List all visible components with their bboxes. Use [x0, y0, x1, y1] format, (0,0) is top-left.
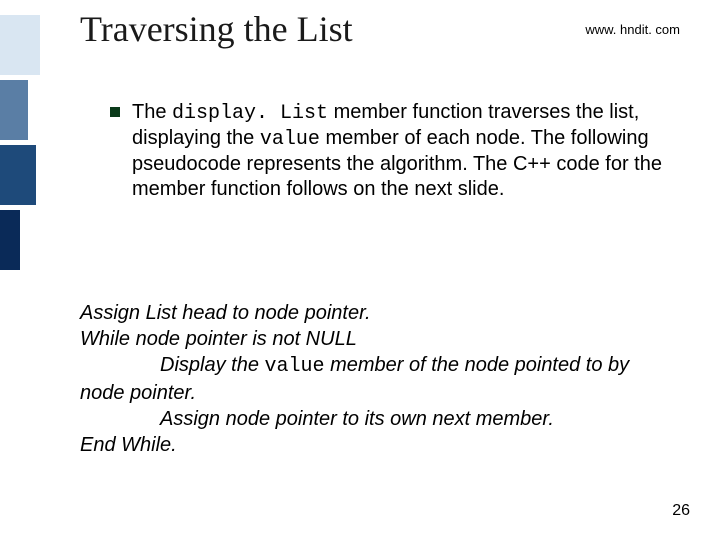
pseudo-line-4: node pointer.: [80, 380, 700, 406]
pseudo-line-5: Assign node pointer to its own next memb…: [80, 406, 700, 432]
code-displaylist: display. List: [172, 102, 328, 125]
pseudo-line-6: End While.: [80, 432, 700, 458]
code-value-1: value: [260, 128, 320, 151]
pseudo-line-3: Display the value member of the node poi…: [80, 352, 700, 380]
pseudocode-block: Assign List head to node pointer. While …: [80, 300, 700, 458]
pseudo-line-1: Assign List head to node pointer.: [80, 300, 700, 326]
bullet-icon: [110, 107, 120, 117]
sidebar-decoration: [0, 0, 40, 540]
pseudo-line-5-text: Assign node pointer to its own next memb…: [80, 406, 700, 432]
deco-block-2: [0, 80, 28, 140]
para-seg-1: The: [132, 101, 172, 123]
deco-block-3: [0, 145, 36, 205]
source-url: www. hndit. com: [585, 22, 680, 37]
main-bullet: The display. List member function traver…: [110, 100, 690, 202]
pseudo-line-2: While node pointer is not NULL: [80, 326, 700, 352]
bullet-paragraph: The display. List member function traver…: [132, 100, 690, 202]
slide-title: Traversing the List: [80, 8, 353, 50]
pseudo-line-3a: Display the: [160, 354, 265, 376]
code-value-2: value: [265, 355, 325, 378]
deco-block-1: [0, 15, 40, 75]
deco-block-4: [0, 210, 20, 270]
slide-header: Traversing the List www. hndit. com: [80, 8, 680, 50]
pseudo-line-3b: member of the node pointed to by: [325, 354, 630, 376]
page-number: 26: [672, 502, 690, 520]
